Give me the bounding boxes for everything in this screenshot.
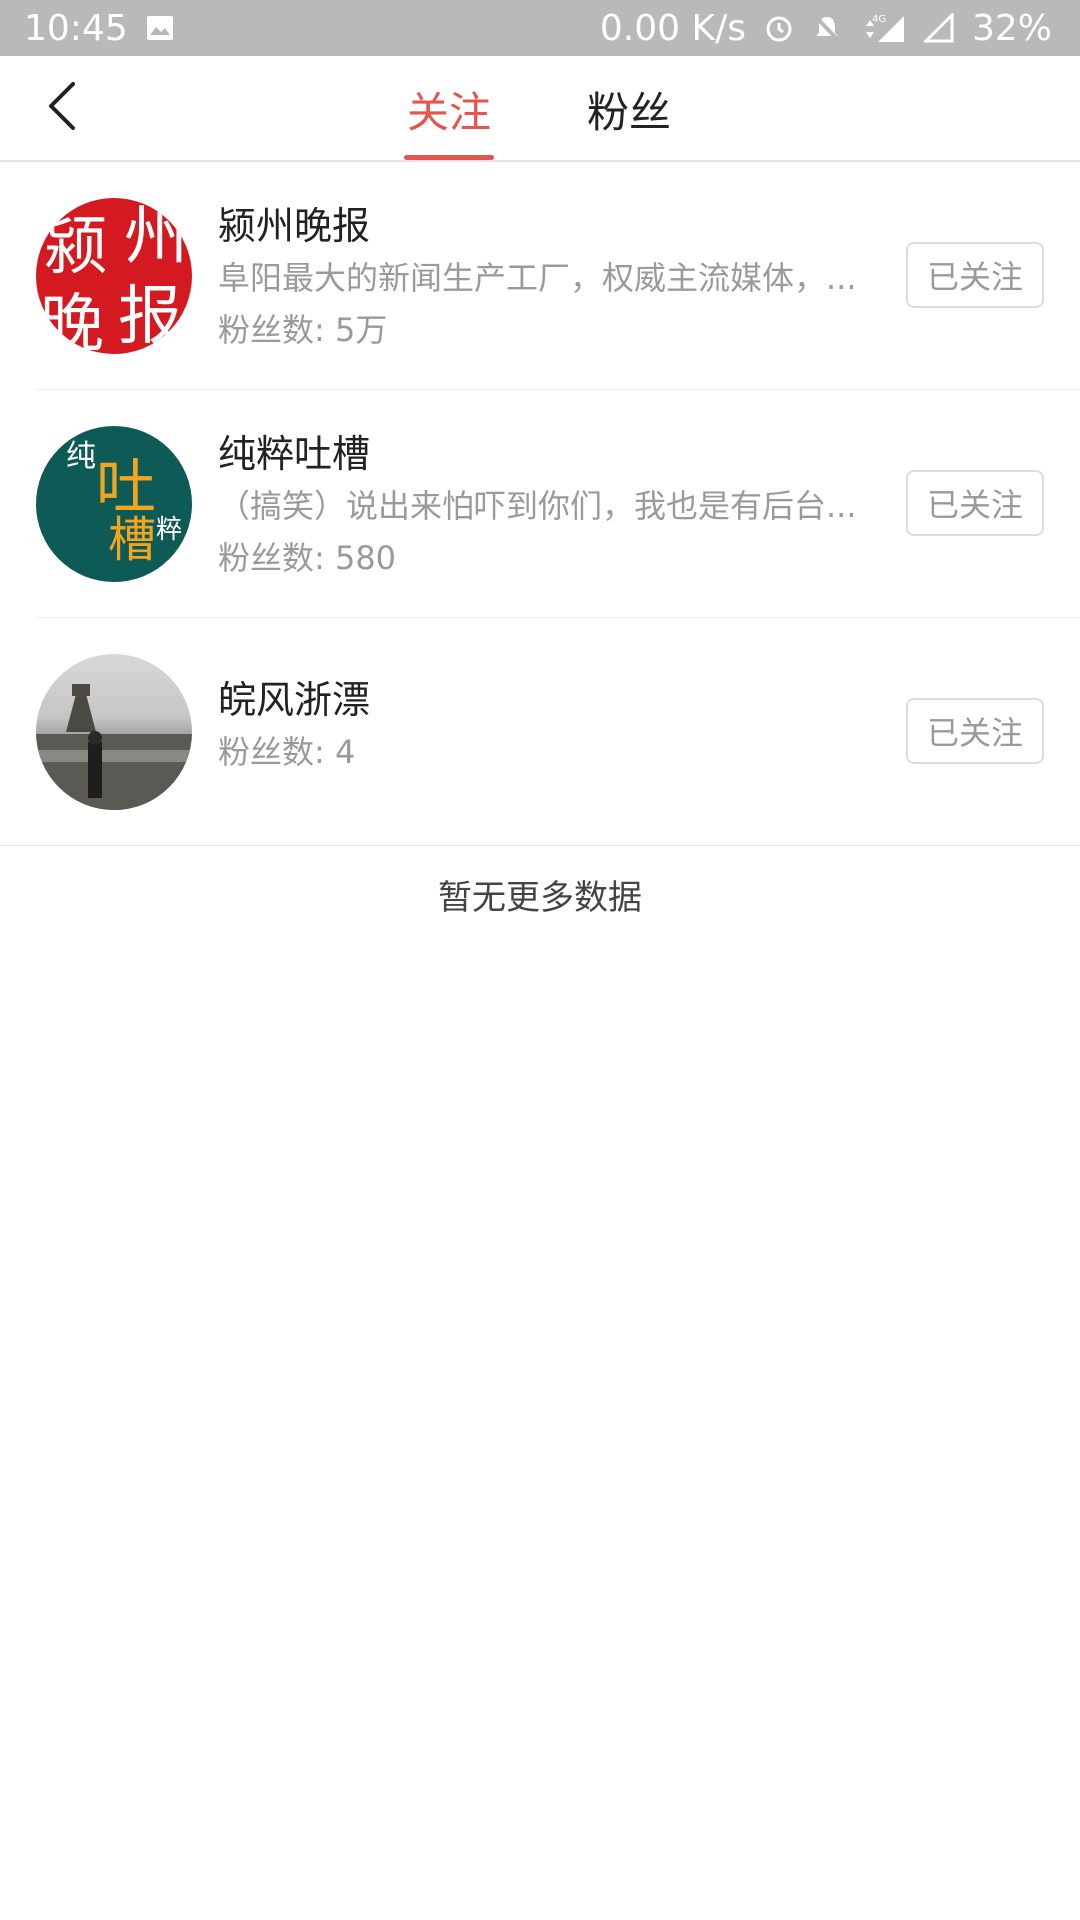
bell-off-icon	[812, 13, 842, 43]
avatar[interactable]: 纯 吐 槽 粹	[36, 426, 192, 582]
item-fans: 粉丝数: 5万	[218, 311, 388, 349]
item-info: 纯粹吐槽 （搞笑）说出来怕吓到你们，我也是有后台... 粉丝数: 580	[218, 428, 878, 584]
followed-button[interactable]: 已关注	[906, 698, 1044, 764]
item-desc: 阜阳最大的新闻生产工厂，权威主流媒体，...	[218, 259, 857, 297]
active-tab-indicator	[404, 155, 494, 160]
svg-text:粹: 粹	[156, 515, 182, 545]
item-desc: （搞笑）说出来怕吓到你们，我也是有后台...	[218, 487, 857, 525]
item-name: 纯粹吐槽	[218, 432, 371, 476]
avatar[interactable]	[36, 654, 192, 810]
list-item[interactable]: 颍 州 晚 报 颍州晚报 阜阳最大的新闻生产工厂，权威主流媒体，... 粉丝数:…	[36, 162, 1080, 390]
followed-button[interactable]: 已关注	[906, 470, 1044, 536]
signal-icon: 4G	[860, 12, 906, 44]
list-item[interactable]: 纯 吐 槽 粹 纯粹吐槽 （搞笑）说出来怕吓到你们，我也是有后台... 粉丝数:…	[36, 390, 1080, 618]
svg-text:晚: 晚	[40, 288, 104, 354]
tab-fans[interactable]: 粉丝	[584, 56, 674, 162]
image-icon	[146, 15, 174, 41]
nav-bar: 关注 粉丝	[0, 56, 1080, 162]
battery-level: 32%	[971, 7, 1052, 49]
network-speed: 0.00 K/s	[599, 7, 746, 49]
avatar[interactable]: 颍 州 晚 报	[36, 198, 192, 354]
svg-text:槽: 槽	[108, 512, 156, 568]
item-fans: 粉丝数: 580	[218, 539, 397, 577]
tab-bar: 关注 粉丝	[0, 56, 1080, 162]
list-item[interactable]: 皖风浙漂 粉丝数: 4 已关注	[0, 618, 1080, 846]
status-bar: 10:45 0.00 K/s 4G 32%	[0, 0, 1080, 56]
item-info: 颍州晚报 阜阳最大的新闻生产工厂，权威主流媒体，... 粉丝数: 5万	[218, 200, 878, 356]
svg-text:纯: 纯	[66, 439, 96, 474]
item-fans: 粉丝数: 4	[218, 733, 356, 771]
status-left: 10:45	[24, 8, 174, 49]
alarm-icon	[764, 13, 794, 43]
svg-text:报: 报	[118, 280, 182, 354]
item-info: 皖风浙漂 粉丝数: 4	[218, 674, 878, 778]
follow-list: 颍 州 晚 报 颍州晚报 阜阳最大的新闻生产工厂，权威主流媒体，... 粉丝数:…	[0, 162, 1080, 846]
signal-empty-icon	[923, 13, 954, 43]
status-time: 10:45	[24, 7, 128, 49]
svg-text:州: 州	[124, 200, 188, 274]
item-name: 颍州晚报	[218, 204, 371, 248]
status-right: 0.00 K/s 4G 32%	[600, 8, 1052, 49]
item-name: 皖风浙漂	[218, 678, 371, 722]
svg-text:4G: 4G	[872, 14, 886, 25]
svg-text:颍: 颍	[44, 210, 108, 284]
tab-follow[interactable]: 关注	[404, 56, 494, 162]
followed-button[interactable]: 已关注	[906, 242, 1044, 308]
no-more-data-label: 暂无更多数据	[438, 878, 642, 918]
